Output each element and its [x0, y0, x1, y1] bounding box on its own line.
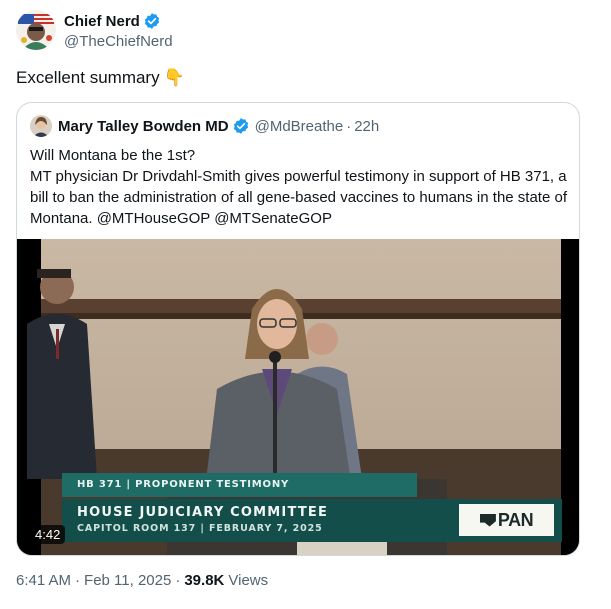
- tweet-date[interactable]: Feb 11, 2025: [84, 572, 171, 589]
- tweet-header: Chief Nerd @TheChiefNerd: [16, 10, 173, 50]
- quoted-author-display-name[interactable]: Mary Talley Bowden MD: [58, 118, 229, 135]
- lower-third-tag: HB 371 | PROPONENT TESTIMONY: [62, 473, 417, 497]
- tweet-text-content: Excellent summary: [16, 68, 160, 87]
- author-display-name[interactable]: Chief Nerd: [64, 13, 140, 30]
- quoted-tweet-text: Will Montana be the 1st? MT physician Dr…: [30, 145, 570, 229]
- meta-separator: ·: [175, 572, 181, 589]
- verified-badge-icon: [143, 12, 161, 30]
- pointing-down-emoji-icon: 👇: [163, 68, 185, 87]
- network-logo-text: PAN: [497, 509, 534, 530]
- quoted-timestamp[interactable]: 22h: [354, 118, 379, 135]
- author-handle[interactable]: @TheChiefNerd: [64, 33, 173, 50]
- montana-state-icon: [479, 513, 496, 527]
- author-avatar[interactable]: [16, 10, 56, 50]
- quoted-author-handle[interactable]: @MdBreathe: [255, 118, 344, 135]
- quoted-separator-dot: ·: [346, 117, 352, 135]
- quoted-text-line: MT physician Dr Drivdahl-Smith gives pow…: [30, 168, 567, 227]
- quoted-verified-badge-icon: [232, 117, 250, 135]
- tweet-text: Excellent summary 👇: [16, 67, 185, 89]
- network-logo: PAN: [459, 504, 554, 536]
- tweet-time[interactable]: 6:41 AM: [16, 572, 71, 589]
- tweet-meta: 6:41 AM · Feb 11, 2025 · 39.8K Views: [16, 572, 268, 589]
- views-label: Views: [228, 572, 269, 589]
- quoted-author-avatar[interactable]: [30, 115, 52, 137]
- quoted-tweet-card[interactable]: Mary Talley Bowden MD @MdBreathe · 22h W…: [16, 102, 580, 556]
- quoted-tweet-header: Mary Talley Bowden MD @MdBreathe · 22h: [30, 115, 379, 137]
- views-count: 39.8K: [184, 572, 225, 589]
- meta-separator: ·: [75, 572, 81, 589]
- quoted-text-line: Will Montana be the 1st?: [30, 147, 196, 164]
- video-player[interactable]: HB 371 | PROPONENT TESTIMONY HOUSE JUDIC…: [17, 239, 579, 555]
- video-duration-badge: 4:42: [30, 525, 66, 544]
